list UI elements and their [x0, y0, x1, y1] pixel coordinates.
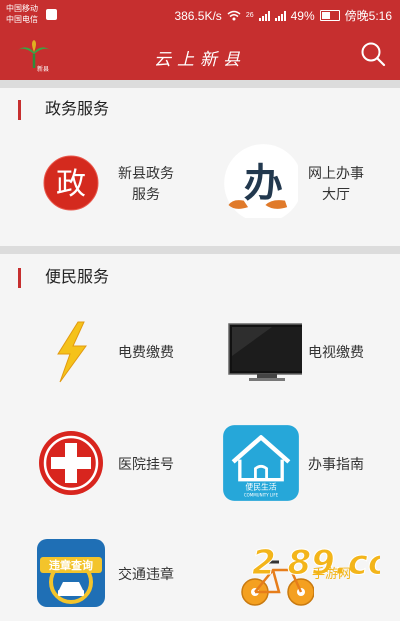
service-label: 网上办事 大厅 — [308, 144, 364, 224]
app-header: 新县 云上新县 — [0, 30, 400, 80]
battery-icon — [319, 10, 340, 21]
service-label-line: 服务 — [132, 186, 160, 202]
lightning-icon — [57, 321, 87, 383]
section-title: 政务服务 — [18, 100, 109, 120]
service-label: 电费缴费 — [118, 312, 174, 392]
gov-affairs-icon-char: 政 — [56, 167, 86, 202]
traffic-violation-icon-text: 违章查询 — [49, 558, 93, 572]
service-label-line: 医院挂号 — [118, 455, 174, 472]
signal-icon — [258, 10, 270, 21]
online-hall-icon-char: 办 — [244, 161, 283, 206]
service-label: 办事指南 — [308, 424, 364, 504]
service-label: 电视缴费 — [308, 312, 364, 392]
service-item-tv-bill[interactable]: 电视缴费 — [198, 312, 388, 392]
service-label-line: 办事指南 — [308, 455, 364, 472]
service-label-line: 网上办事 — [308, 165, 364, 181]
wifi-icon — [227, 10, 241, 21]
carrier-2: 中国电信 — [6, 15, 38, 24]
service-label-line: 电费缴费 — [118, 343, 174, 360]
section-title: 便民服务 — [18, 268, 109, 288]
service-item-gov-affairs[interactable]: 政 新县政务 服务 — [8, 144, 198, 224]
battery-percent: 49% — [290, 8, 315, 23]
search-icon[interactable] — [359, 40, 387, 68]
service-item-hospital-registration[interactable]: 医院挂号 — [8, 424, 198, 504]
signal-icon-2 — [274, 10, 286, 21]
service-label-line: 电视缴费 — [308, 343, 364, 360]
clock: 傍晚5:16 — [344, 9, 392, 23]
service-label: 医院挂号 — [118, 424, 174, 504]
notification-icon — [46, 9, 57, 20]
service-label-line: 大厅 — [322, 186, 350, 202]
watermark-subtext: 手游网 — [312, 567, 351, 582]
online-hall-icon: 办 — [224, 144, 298, 218]
service-item-online-hall[interactable]: 办 网上办事 大厅 — [198, 144, 388, 224]
page-title: 云上新县 — [154, 50, 246, 70]
service-label: 交通违章 — [118, 534, 174, 614]
community-life-text: 便民生活 — [245, 482, 276, 492]
carrier-1: 中国移动 — [6, 4, 38, 13]
service-item-electricity-bill[interactable]: 电费缴费 — [8, 312, 198, 392]
divider — [0, 80, 400, 88]
network-speed: 386.5K/s — [174, 8, 222, 23]
network-type-label: 26 — [245, 12, 254, 19]
status-right: 386.5K/s 26 49% 傍晚5:16 — [174, 7, 392, 24]
traffic-violation-icon: 违章查询 — [37, 539, 105, 607]
carrier-info: 中国移动 中国电信 — [6, 3, 38, 25]
gov-affairs-icon: 政 — [43, 155, 99, 211]
status-bar: 中国移动 中国电信 386.5K/s 26 49% 傍晚5:16 — [0, 0, 400, 30]
service-label-line: 交通违章 — [118, 565, 174, 582]
community-life-subtext: COMMUNITY LIFE — [244, 492, 279, 497]
medical-cross-icon — [39, 431, 103, 495]
section-government-services: 政务服务 政 新县政务 服务 办 网上办事 大厅 — [0, 88, 400, 246]
service-label: 新县政务 服务 — [118, 144, 174, 224]
tv-icon — [228, 323, 302, 381]
service-label-line: 新县政务 — [118, 165, 174, 181]
service-item-service-guide[interactable]: 便民生活 COMMUNITY LIFE 办事指南 — [198, 424, 388, 504]
service-item-traffic-violation[interactable]: 违章查询 交通违章 — [8, 534, 198, 614]
divider — [0, 246, 400, 254]
site-watermark-logo: 2 89.com 手游网 — [252, 543, 381, 584]
community-life-icon: 便民生活 COMMUNITY LIFE — [223, 425, 299, 501]
